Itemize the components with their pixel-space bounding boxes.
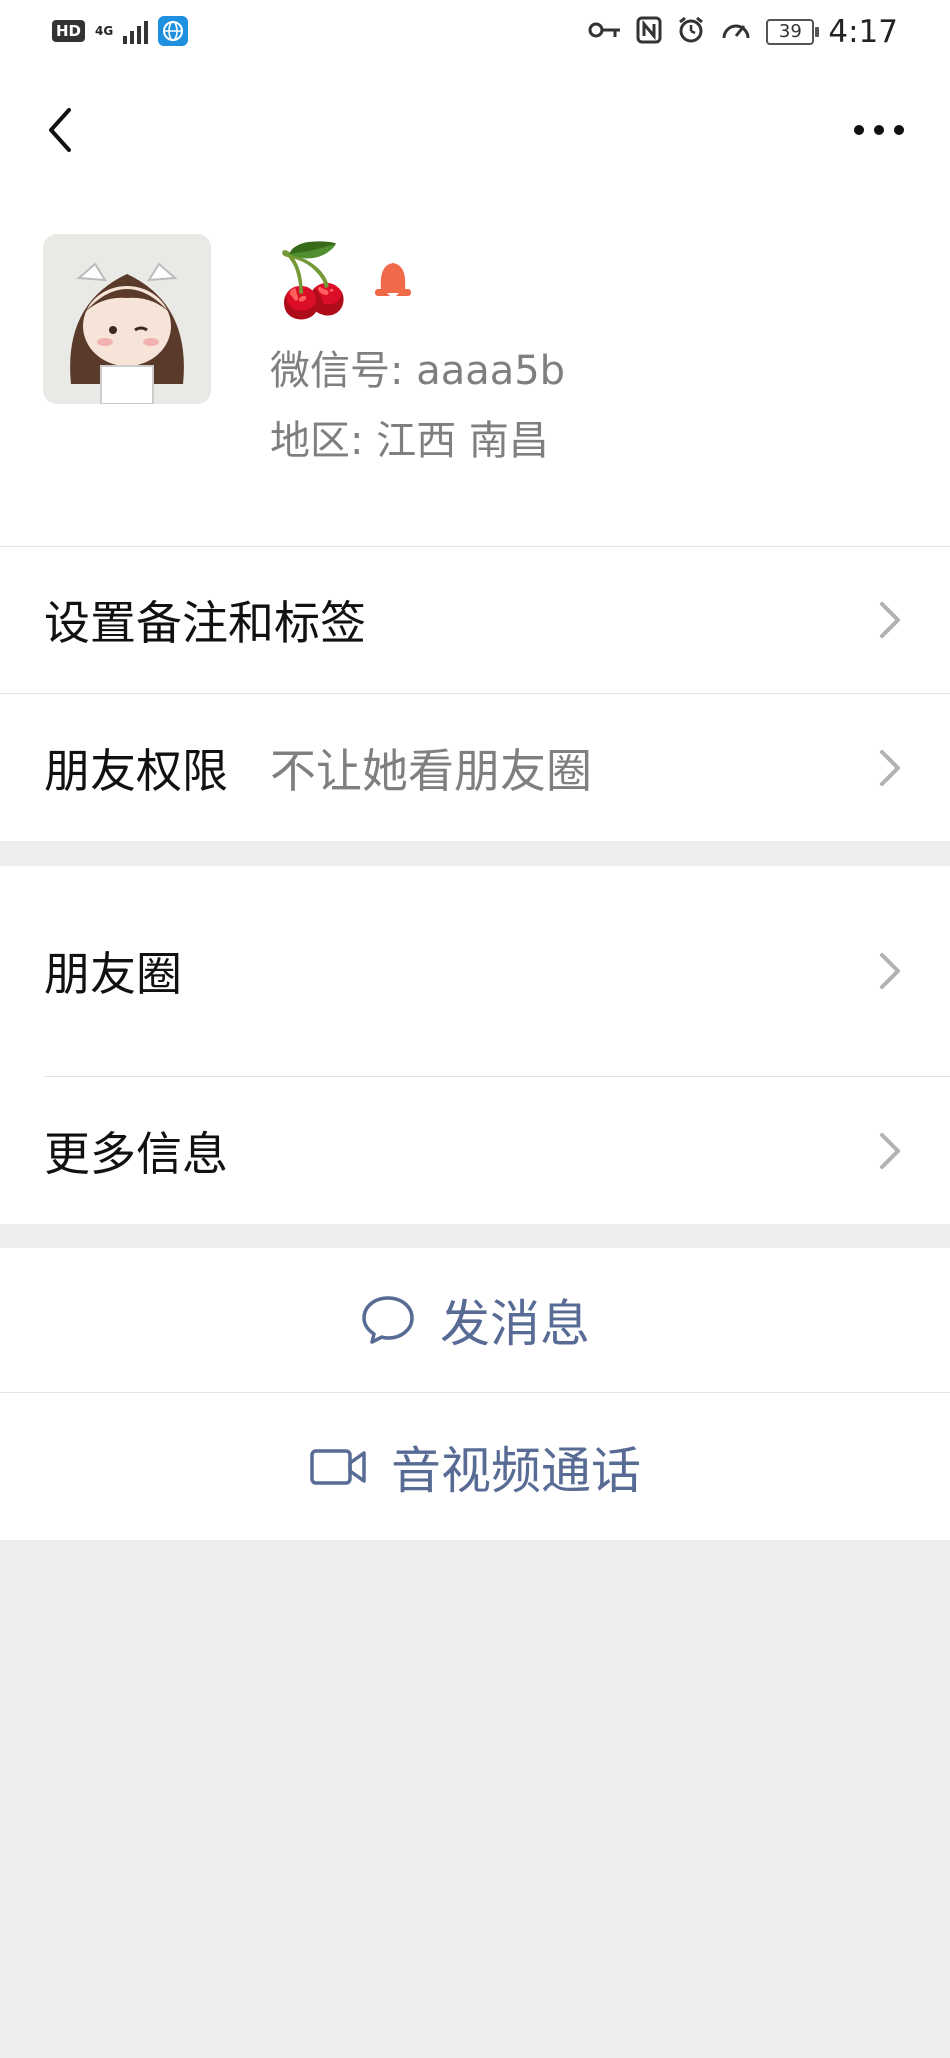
friend-permissions-value: 不让她看朋友圈: [270, 743, 592, 798]
video-camera-icon: [310, 1448, 366, 1485]
hd-badge: HD: [52, 20, 86, 42]
friend-permissions-row[interactable]: 朋友权限 不让她看朋友圈: [0, 694, 950, 841]
back-button[interactable]: [30, 100, 90, 160]
region: 地区: 江西 南昌: [270, 418, 549, 464]
status-right: 39 4:17: [588, 14, 898, 50]
send-message-label: 发消息: [440, 1295, 590, 1353]
moments-section: 朋友圈 更多信息: [0, 866, 950, 1224]
name-row: 🍒: [270, 240, 415, 320]
send-message-button[interactable]: 发消息: [0, 1248, 950, 1392]
signal-icon: [123, 18, 149, 44]
chevron-right-icon: [880, 602, 900, 638]
more-options-button[interactable]: [844, 100, 914, 160]
friend-permissions-label: 朋友权限: [44, 743, 228, 798]
chevron-right-icon: [880, 749, 900, 786]
chevron-right-icon: [880, 953, 900, 989]
more-icon: [854, 125, 904, 135]
moments-label: 朋友圈: [44, 947, 182, 1001]
female-gender-icon: [371, 255, 415, 305]
nfc-icon: [636, 16, 662, 48]
speed-icon: [720, 16, 752, 48]
nickname: 🍒: [270, 239, 358, 321]
wechat-id: 微信号: aaaa5b: [270, 348, 566, 394]
avatar[interactable]: [43, 234, 211, 404]
avatar-illustration: [43, 234, 211, 404]
status-time: 4:17: [828, 14, 898, 50]
more-info-row[interactable]: 更多信息: [0, 1077, 950, 1224]
alarm-icon: [676, 15, 706, 49]
chat-bubble-icon: [362, 1296, 414, 1344]
av-call-label: 音视频通话: [391, 1441, 641, 1500]
browser-app-icon: [158, 16, 189, 46]
remark-tags-label: 设置备注和标签: [44, 596, 366, 650]
remark-tags-row[interactable]: 设置备注和标签: [0, 547, 950, 693]
chevron-right-icon: [880, 1132, 900, 1169]
key-icon: [588, 20, 622, 44]
moments-row[interactable]: 朋友圈: [0, 866, 950, 1076]
status-bar: HD 4G 39 4:17: [0, 0, 950, 66]
settings-section: 设置备注和标签 朋友权限 不让她看朋友圈: [0, 547, 950, 841]
battery-icon: 39: [766, 19, 820, 45]
status-left: HD 4G: [52, 16, 189, 46]
chevron-left-icon: [49, 108, 71, 152]
network-type: 4G: [95, 25, 113, 37]
network-label: 4G: [95, 24, 114, 38]
more-info-label: 更多信息: [44, 1126, 228, 1181]
nav-bar: [0, 90, 950, 170]
av-call-button[interactable]: 音视频通话: [0, 1393, 950, 1540]
